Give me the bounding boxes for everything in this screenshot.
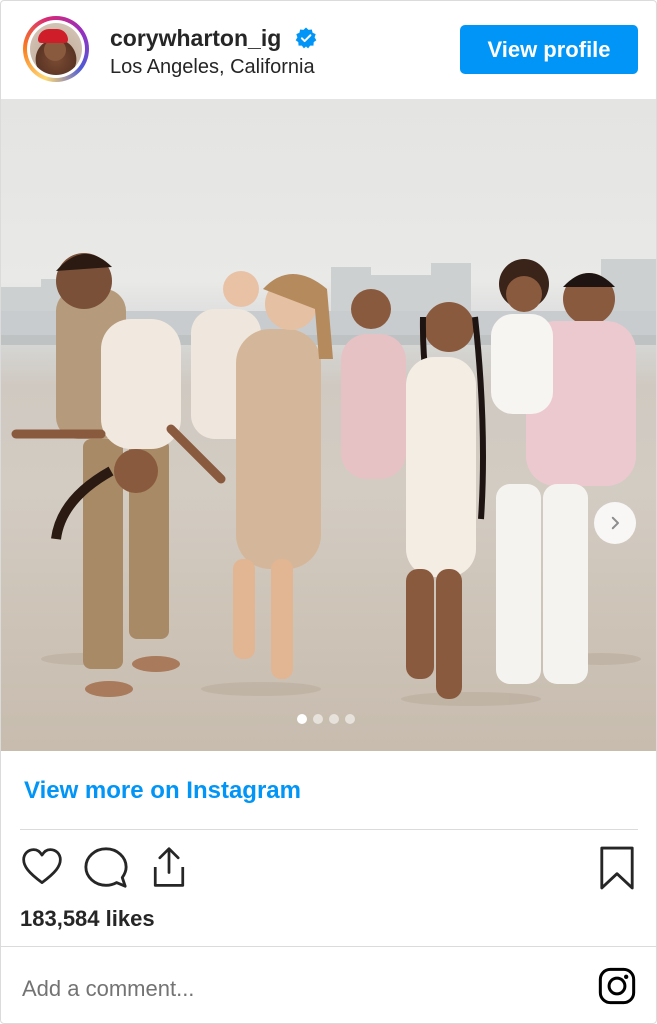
likes-count[interactable]: 183,584 likes — [20, 906, 155, 932]
location-link[interactable]: Los Angeles, California — [110, 56, 315, 79]
divider — [1, 946, 656, 947]
avatar[interactable] — [23, 16, 89, 82]
divider — [20, 829, 638, 830]
chevron-right-icon — [611, 516, 619, 530]
comment-input[interactable] — [20, 969, 564, 1009]
next-slide-button[interactable] — [594, 502, 636, 544]
carousel-dot — [329, 714, 339, 724]
username[interactable]: corywharton_ig — [110, 25, 281, 52]
carousel-dot — [313, 714, 323, 724]
family-beach-photo — [1, 253, 656, 706]
heart-icon[interactable] — [19, 845, 65, 889]
carousel-dot — [345, 714, 355, 724]
carousel-indicator — [297, 714, 355, 724]
verified-badge-icon — [295, 27, 317, 49]
bookmark-icon[interactable] — [598, 845, 636, 891]
share-icon[interactable] — [147, 844, 191, 890]
post-header: corywharton_ig Los Angeles, California V… — [1, 1, 656, 99]
comment-icon[interactable] — [83, 845, 129, 891]
instagram-embed-card: corywharton_ig Los Angeles, California V… — [0, 0, 657, 1024]
carousel-dot-active — [297, 714, 307, 724]
avatar-image — [30, 23, 82, 75]
post-image[interactable] — [1, 99, 656, 751]
instagram-logo-icon[interactable] — [597, 966, 637, 1006]
view-profile-button[interactable]: View profile — [460, 25, 638, 74]
view-more-link[interactable]: View more on Instagram — [24, 777, 301, 805]
